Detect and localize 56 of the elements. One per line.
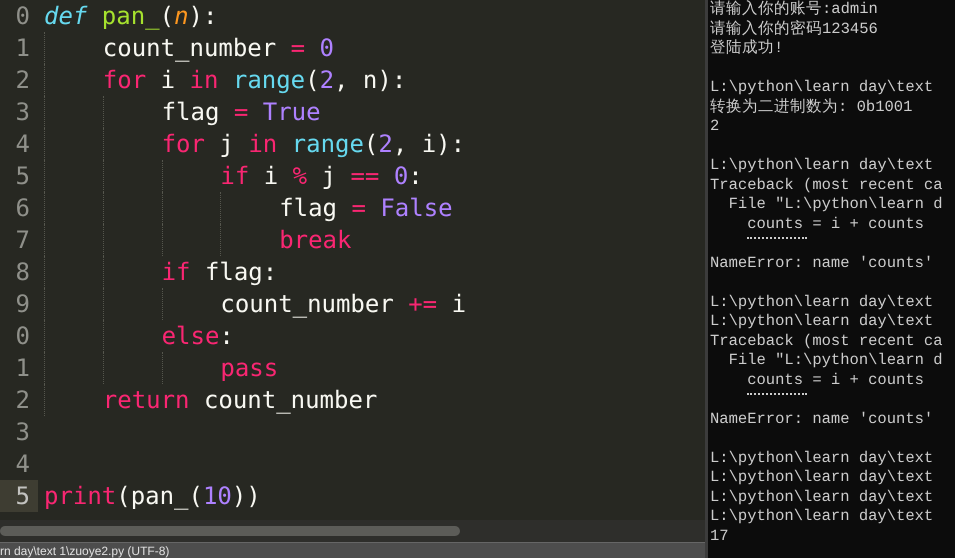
line-number: 5 (16, 161, 30, 192)
code-line: print(pan_(10)) (44, 481, 261, 512)
terminal-line: 2 (710, 117, 720, 136)
scrollbar-thumb[interactable] (0, 526, 460, 536)
terminal-line: File "L:\python\learn d (728, 351, 943, 370)
code-line: flag = False (44, 192, 453, 224)
terminal-line: L:\python\learn day\text (710, 468, 934, 488)
terminal-line: L:\python\learn day\text (710, 312, 934, 332)
code-line: for j in range(2, i): (44, 128, 466, 160)
code-line: return count_number (44, 384, 378, 416)
terminal-line: L:\python\learn day\text (710, 78, 934, 98)
line-number: 5 (16, 481, 30, 512)
line-number: 1 (16, 353, 30, 384)
terminal-line: File "L:\python\learn d (728, 195, 943, 214)
code-line: break (44, 224, 352, 256)
line-number: 0 (16, 321, 30, 352)
code-line: count_number += i (44, 288, 466, 320)
terminal-line: counts = i + counts (746, 214, 924, 234)
terminal-line: Traceback (most recent ca (710, 332, 943, 351)
terminal-line: 17 (710, 526, 729, 546)
terminal-line: NameError: name 'counts' (710, 410, 934, 429)
line-number: 0 (16, 1, 30, 32)
terminal-line: 登陆成功! (710, 39, 784, 58)
code-line: if flag: (44, 256, 278, 288)
error-underline-marks (747, 237, 807, 240)
line-number: 9 (16, 289, 30, 320)
code-line: for i in range(2, n): (44, 64, 406, 96)
terminal-line: L:\python\learn day\text (710, 488, 934, 507)
terminal-line: 转换为二进制数为: 0b1001 (710, 98, 912, 117)
terminal-line: Traceback (most recent ca (710, 176, 943, 195)
terminal-line: L:\python\learn day\text (710, 156, 934, 176)
line-number: 1 (16, 33, 30, 64)
terminal-line: counts = i + counts (746, 370, 924, 390)
line-number: 7 (16, 225, 30, 256)
line-number: 3 (16, 417, 30, 448)
status-file-path: rn day\text 1\zuoye2.py (UTF-8) (0, 544, 170, 558)
line-number: 4 (16, 449, 30, 480)
terminal-line: 请输入你的账号:admin (710, 0, 878, 20)
code-line: pass (44, 352, 278, 384)
code-line: flag = True (44, 96, 321, 128)
line-number: 2 (16, 65, 30, 96)
line-number: 4 (16, 129, 30, 160)
terminal-line: NameError: name 'counts' (710, 254, 934, 273)
terminal-line: 请输入你的密码123456 (710, 20, 878, 39)
line-number: 2 (16, 385, 30, 416)
terminal-line: L:\python\learn day\text (710, 448, 934, 468)
error-underline-marks (747, 393, 807, 396)
code-line: count_number = 0 (44, 32, 334, 64)
code-line: def pan_(n): (44, 1, 218, 32)
code-line: else: (44, 320, 234, 352)
terminal-line: L:\python\learn day\text (710, 292, 934, 312)
line-number: 8 (16, 257, 30, 288)
code-line: if i % j == 0: (44, 160, 423, 192)
line-number: 3 (16, 97, 30, 128)
line-number: 6 (16, 193, 30, 224)
terminal-line: L:\python\learn day\text (710, 507, 934, 526)
